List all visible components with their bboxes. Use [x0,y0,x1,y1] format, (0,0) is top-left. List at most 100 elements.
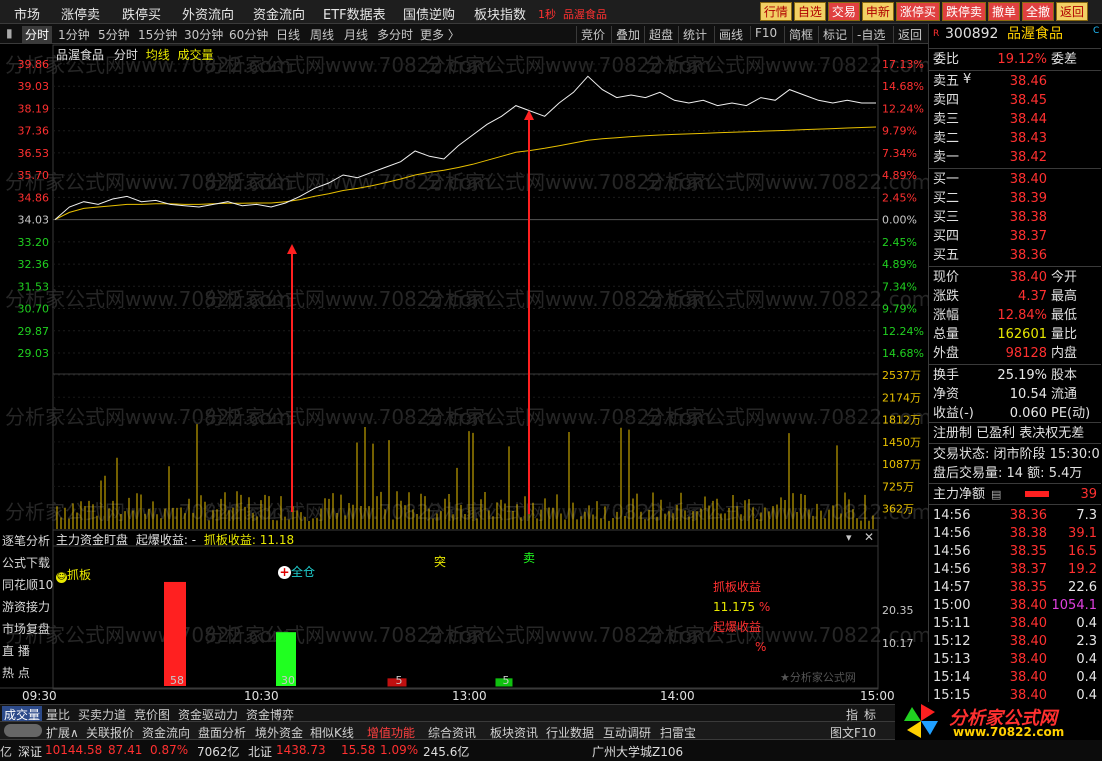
indicator-header: 主力资金盯盘 起爆收益: - 抓板收益: 11.18 [56,531,294,548]
left-menu-youzi[interactable]: 游资接力 [0,596,52,618]
pct-tick-label: 12.24% [882,102,924,115]
period-tab-day[interactable]: 日线 [276,26,300,43]
watchlist-button[interactable]: 自选 [793,2,826,21]
cancel-order-button[interactable]: 撤单 [987,2,1020,21]
legend-qibao-unit: % [755,640,767,654]
toggle-switch[interactable] [4,724,42,737]
tick-row-value: 38.40 [1009,634,1047,649]
tick-row-value: 38.40 [1009,616,1047,631]
nav-item-fund-flow[interactable]: 资金流向 [253,4,305,23]
reg-row: 注册制 已盈利 表决权无差 [929,424,1101,443]
period-tab-15min[interactable]: 15分钟 [138,26,177,43]
close-icon[interactable]: ✕ [864,530,874,544]
volume-tick-label: 2174万 [882,391,921,404]
ipo-button[interactable]: 申新 [861,2,894,21]
indicator-bar-label: 30 [281,674,295,687]
pct-tick-label: 4.89% [882,258,917,271]
tick-row-label: 14:56 [933,508,971,523]
period-tab-5min[interactable]: 5分钟 [98,26,130,43]
bid-row-value: 38.38 [1009,210,1047,225]
tick-row-label: 14:56 [933,562,971,577]
stat-row-right: 今开 [1051,270,1078,285]
price-tick-label: 39.86 [18,58,50,71]
bid-button[interactable]: 竞价 [576,26,605,43]
super-button[interactable]: 超盘 [644,26,673,43]
stat-row-label: 现价 [933,270,960,285]
overlay-button[interactable]: 叠加 [611,26,640,43]
stat-row: 涨跌 4.37 最高 [929,287,1101,306]
watermark-layer: 分析家公式网www.70822.com分析家公式网www.70822.com分析… [5,53,928,647]
left-menu-formula-download[interactable]: 公式下载 [0,552,52,574]
period-tab-60min[interactable]: 60分钟 [229,26,268,43]
indicator-title[interactable]: 主力资金盯盘 [56,533,128,547]
sz-value: 10144.58 [45,743,103,757]
volume-legend[interactable]: 成交量 [178,48,214,62]
simple-frame-button[interactable]: 简框 [784,26,813,43]
plus-circle-icon: + [278,565,291,579]
period-tab-month[interactable]: 月线 [344,26,368,43]
f10-button[interactable]: F10 [750,26,777,40]
bid-row: 买一 38.40 [929,170,1101,189]
cancel-all-button[interactable]: 全撤 [1021,2,1054,21]
period-tab-more[interactable]: 更多 〉 [420,26,460,43]
volume-tick-label: 362万 [882,503,914,516]
stats-button[interactable]: 统计 [678,26,707,43]
left-menu-hot[interactable]: 热 点 [0,662,52,684]
self-select-button[interactable]: -自选 [852,26,885,43]
tick-row: 14:56 38.38 39.1 [929,524,1101,543]
limit-down-sell-button[interactable]: 跌停卖 [941,2,986,21]
stock-name: 品渥食品 [1007,26,1063,42]
period-back-button[interactable]: 返回 [893,26,922,43]
divider [929,168,1101,169]
tick-volume: 1054.1 [1051,598,1098,613]
period-tab-30min[interactable]: 30分钟 [184,26,223,43]
intraday-chart[interactable]: 分析家公式网www.70822.com分析家公式网www.70822.com分析… [0,44,928,704]
nav-item-foreign-flow[interactable]: 外资流向 [182,4,234,23]
sz-label[interactable]: 深证 [18,743,42,760]
nav-item-sector-index[interactable]: 板块指数 [474,4,526,23]
quote-button[interactable]: 行情 [759,2,792,21]
left-menu-ths10[interactable]: 同花顺10 [0,574,53,596]
pct-tick-label: 9.79% [882,303,917,316]
period-tab-multi[interactable]: 多分时 [377,26,413,43]
period-tab-week[interactable]: 周线 [310,26,334,43]
price-tick-label: 32.36 [18,258,50,271]
period-tab-intraday[interactable]: 分时 [22,26,53,43]
nav-item-limit-down-buy[interactable]: 跌停买 [122,4,161,23]
stock-name-title: 品渥食品 [563,8,607,21]
bid-row: 买四 38.37 [929,227,1101,246]
trade-button[interactable]: 交易 [827,2,860,21]
bz-change: 15.58 [341,743,376,757]
time-tick-label: 14:00 [660,689,695,703]
bz-amount: 245.6亿 [423,745,470,759]
tick-row: 14:56 38.36 7.3 [929,506,1101,525]
sz-change: 87.41 [108,743,143,757]
avg-line-legend[interactable]: 均线 [146,48,170,62]
tick-row: 14:57 38.35 22.6 [929,578,1101,597]
menu-icon[interactable]: ▤ [991,485,1001,504]
price-tick-label: 29.87 [18,325,50,338]
weibi-row-label: 委比 [933,52,960,67]
tick-row-label: 15:14 [933,670,971,685]
stat-row-value: 98128 [1005,346,1047,361]
chart-stock-name: 品渥食品 [56,48,105,62]
dropdown-icon[interactable]: ▾ [846,531,852,544]
nav-item-market[interactable]: 市场 [14,4,40,23]
mark-button[interactable]: 标记 [818,26,847,43]
nav-item-repo[interactable]: 国债逆购 [403,4,455,23]
nav-item-limit-up-sell[interactable]: 涨停卖 [61,4,100,23]
nav-item-etf-table[interactable]: ETF数据表 [323,4,386,23]
left-menu-tick-analysis[interactable]: 逐笔分析 [0,530,52,552]
period-tab-1min[interactable]: 1分钟 [58,26,90,43]
stock-mark: 1秒 [538,8,556,21]
back-button[interactable]: 返回 [1055,2,1088,21]
left-menu-live[interactable]: 直 播 [0,640,52,662]
draw-button[interactable]: 画线 [714,26,743,43]
tick-row-value: 38.40 [1009,598,1047,613]
divider [929,504,1101,505]
bz-label[interactable]: 北证 [248,743,272,760]
limit-up-buy-button[interactable]: 涨停买 [895,2,940,21]
bid-row: 买三 38.38 [929,208,1101,227]
bid-row-label: 买五 [933,248,960,263]
left-menu-review[interactable]: 市场复盘 [0,618,52,640]
